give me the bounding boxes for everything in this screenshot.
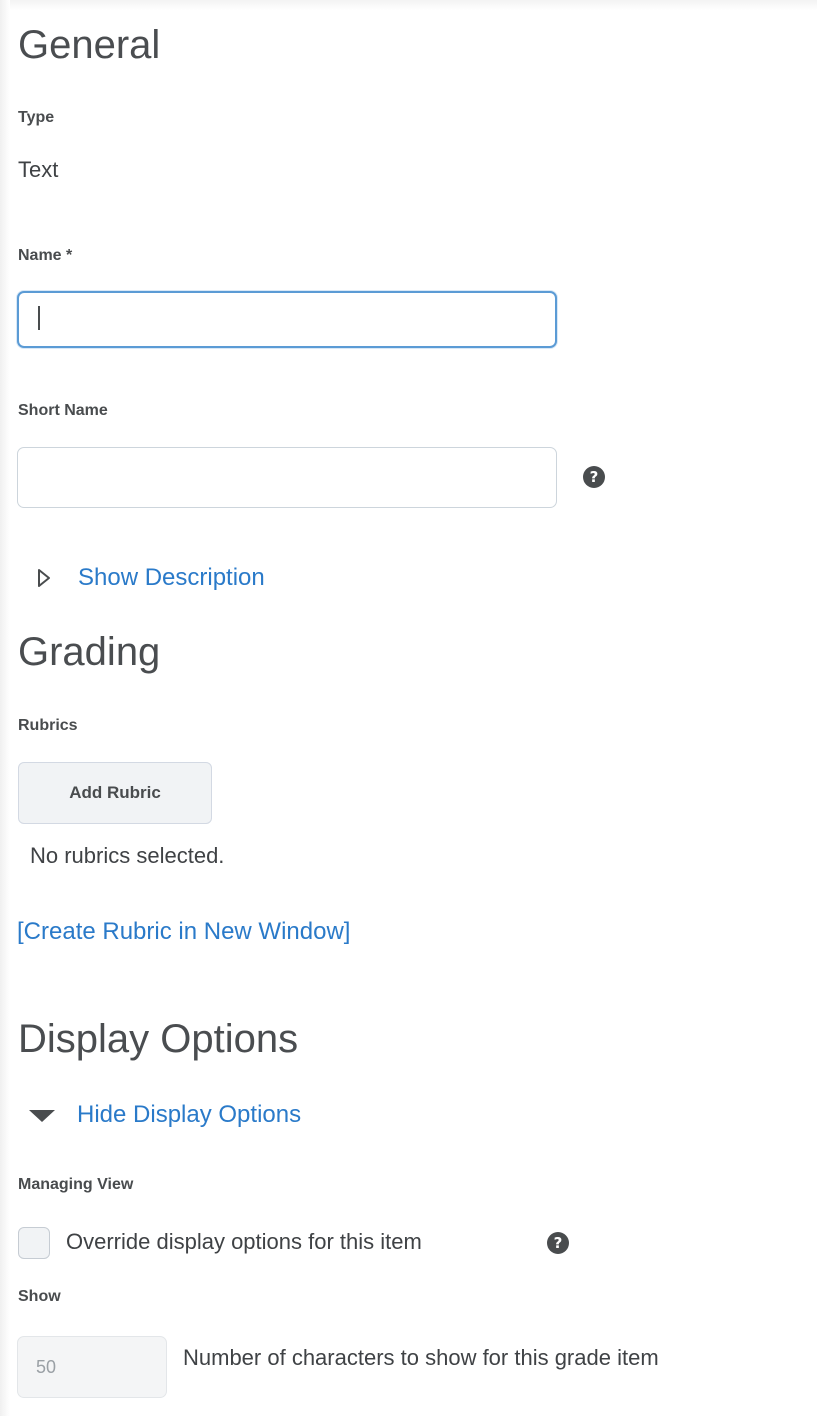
type-label: Type [18, 109, 55, 126]
triangle-down-filled-icon [29, 1110, 55, 1122]
help-icon[interactable]: ? [583, 466, 605, 488]
help-icon[interactable]: ? [547, 1232, 569, 1254]
managing-view-label: Managing View [18, 1176, 134, 1193]
short-name-input[interactable] [17, 447, 557, 508]
hide-display-options-link[interactable]: Hide Display Options [77, 1101, 301, 1129]
show-label: Show [18, 1288, 61, 1305]
left-shadow [0, 0, 10, 1416]
top-shadow [0, 0, 817, 10]
short-name-label: Short Name [18, 402, 108, 419]
override-checkbox[interactable] [18, 1227, 50, 1259]
text-cursor [38, 306, 40, 330]
create-rubric-link[interactable]: [Create Rubric in New Window] [17, 918, 350, 946]
triangle-right-outline-icon [38, 569, 50, 587]
hide-display-options-toggle[interactable] [28, 1108, 56, 1129]
name-input[interactable] [17, 291, 557, 348]
grading-heading: Grading [18, 630, 161, 674]
general-heading: General [18, 23, 161, 67]
override-checkbox-label[interactable]: Override display options for this item [66, 1229, 422, 1255]
show-description-toggle[interactable] [37, 568, 51, 593]
display-options-heading: Display Options [18, 1017, 299, 1061]
characters-label: Number of characters to show for this gr… [183, 1345, 659, 1370]
name-label: Name * [18, 247, 73, 264]
add-rubric-button[interactable]: Add Rubric [18, 762, 212, 824]
characters-input[interactable] [17, 1336, 167, 1398]
rubrics-label: Rubrics [18, 717, 78, 734]
no-rubrics-text: No rubrics selected. [30, 843, 225, 868]
show-description-link[interactable]: Show Description [78, 564, 265, 592]
type-value: Text [18, 157, 59, 182]
